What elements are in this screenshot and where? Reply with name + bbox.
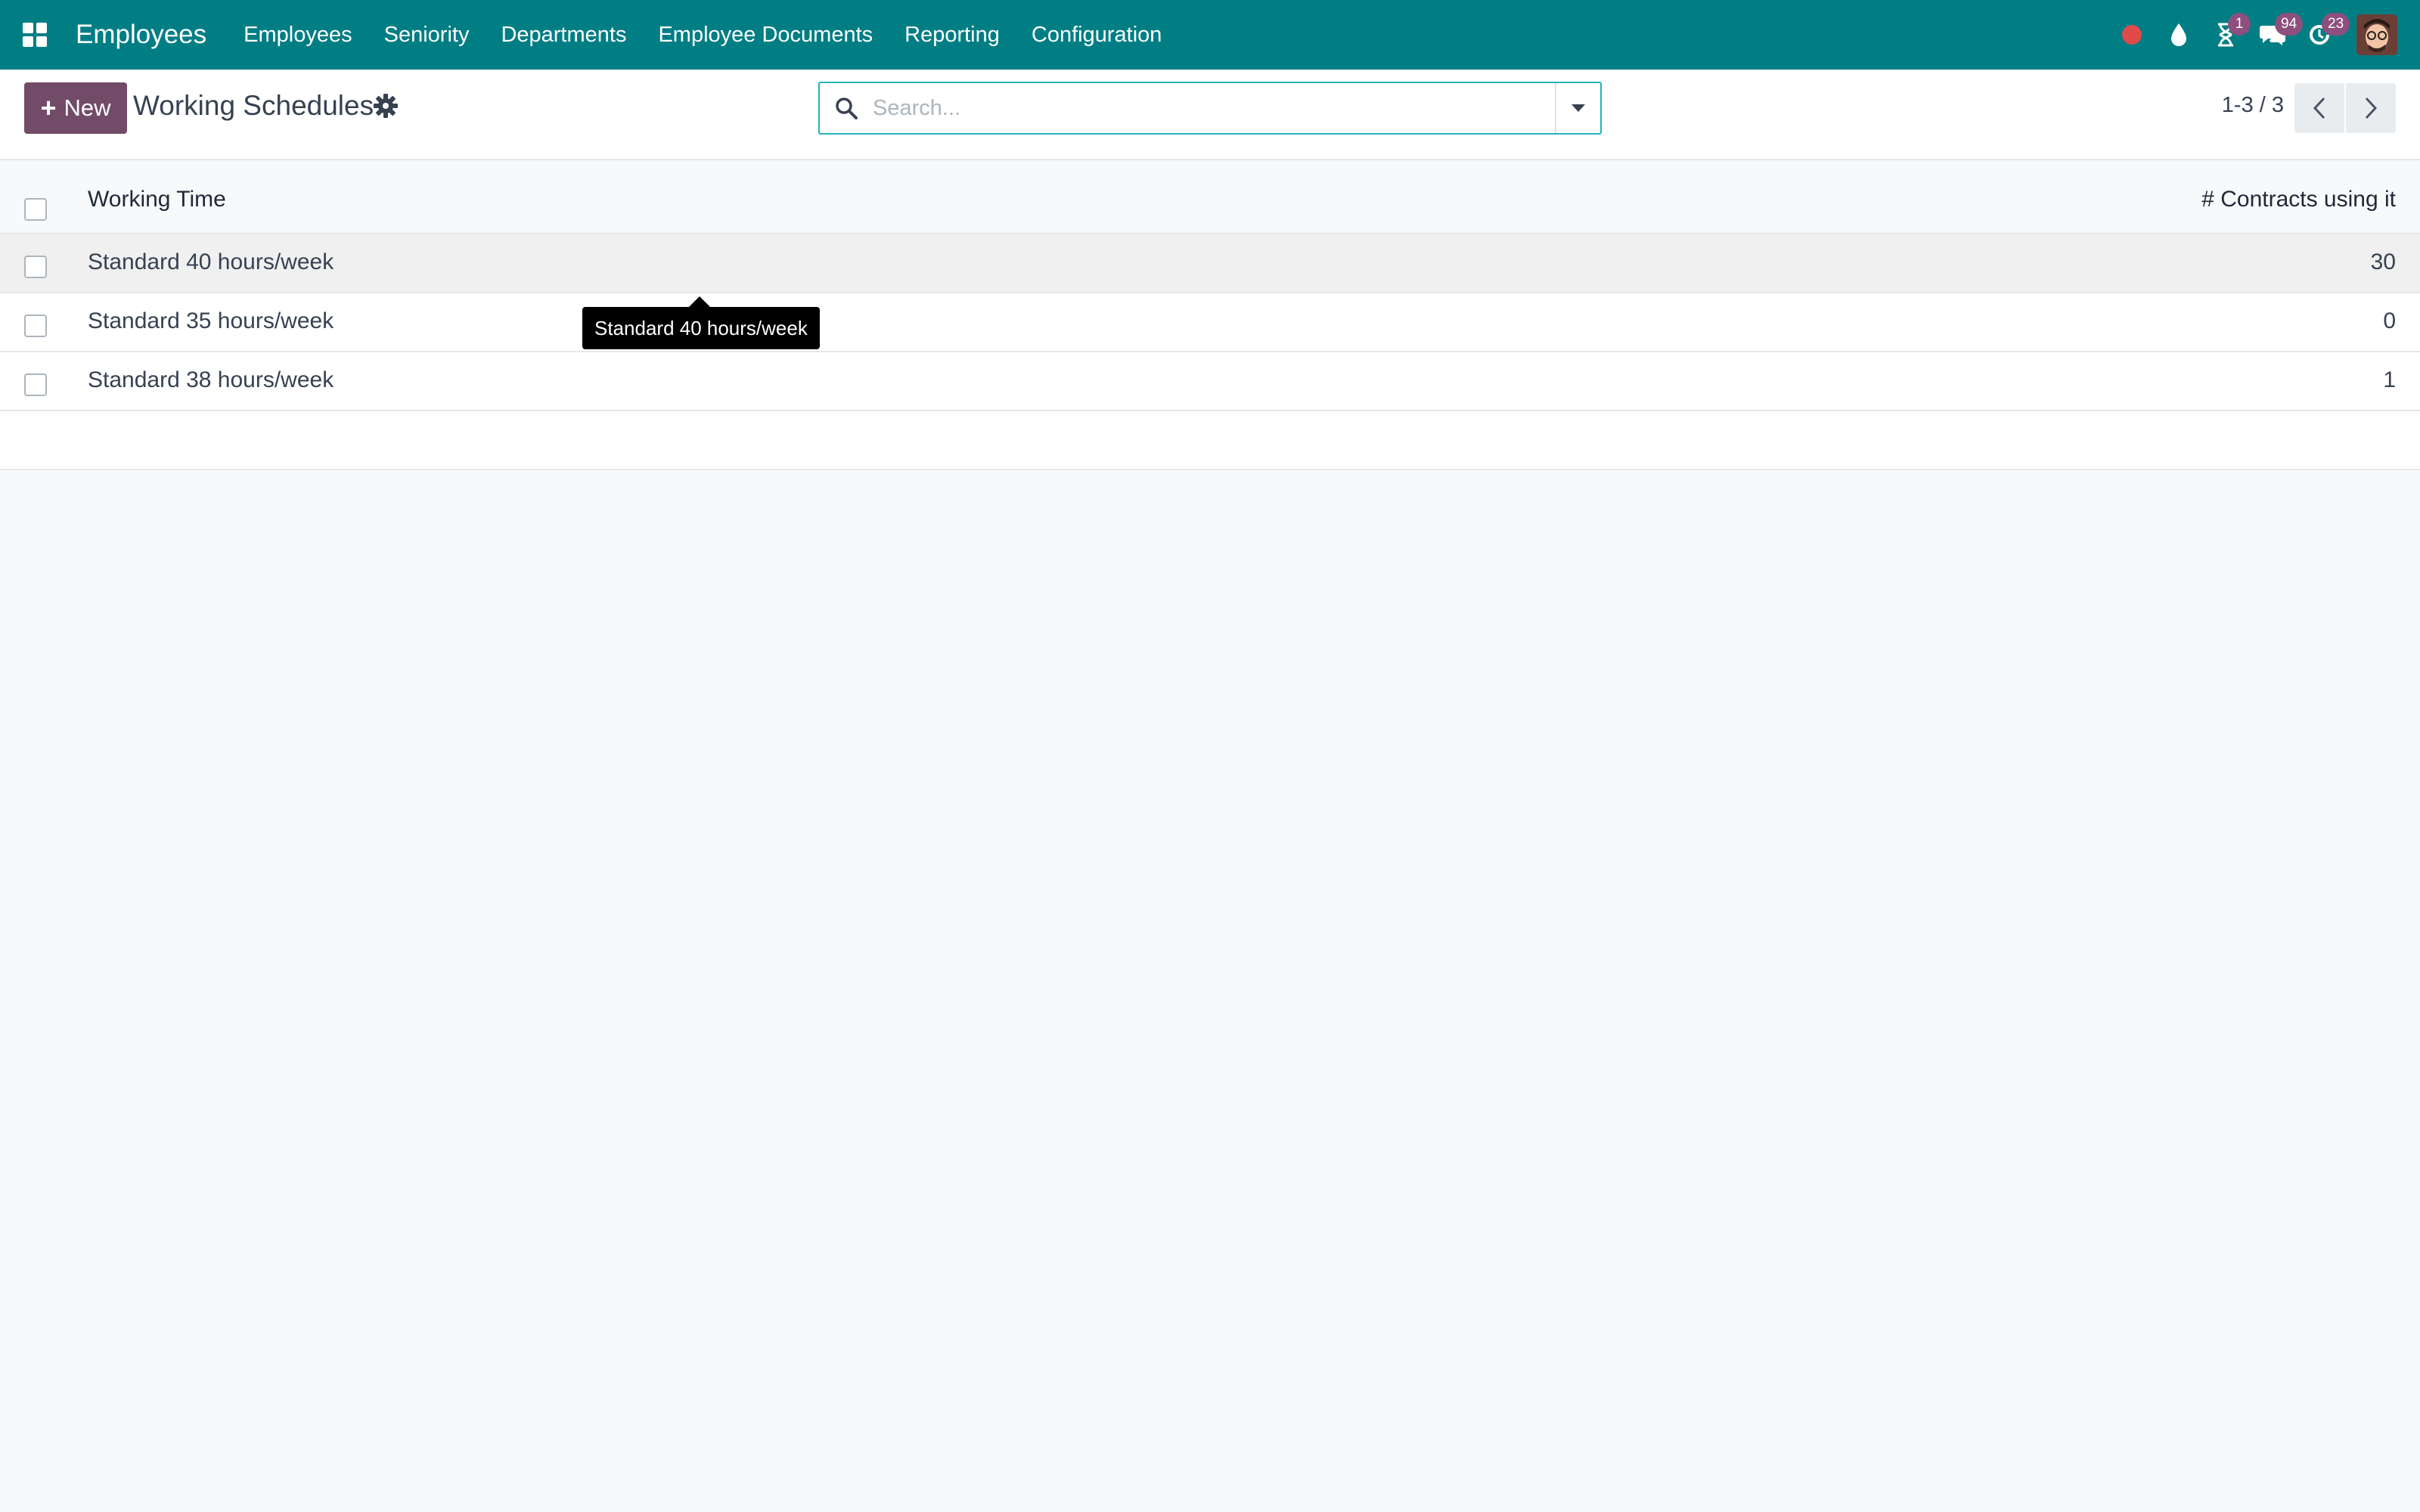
activity-count-badge: 1 (2228, 13, 2251, 36)
select-all-checkbox[interactable] (24, 198, 47, 221)
apps-menu-button[interactable] (0, 0, 70, 70)
drop-button[interactable] (2155, 0, 2202, 70)
search-input[interactable] (873, 83, 1555, 133)
tooltip-arrow (689, 296, 710, 307)
menu-employee-documents[interactable]: Employee Documents (642, 0, 889, 70)
contracts-count-cell: 30 (2370, 249, 2396, 274)
red-dot-icon (2122, 25, 2142, 45)
grid-icon (23, 23, 47, 47)
top-navbar: Employees Employees Seniority Department… (0, 0, 2420, 70)
pager-value[interactable]: 1-3 / 3 (2222, 93, 2284, 118)
page-title: Working Schedules (133, 90, 374, 121)
menu-employees[interactable]: Employees (228, 0, 368, 70)
new-button-label: New (64, 94, 111, 121)
new-button[interactable]: + New (24, 82, 127, 134)
contracts-count-cell: 1 (2383, 367, 2396, 392)
search-bar (818, 82, 1602, 135)
working-time-cell[interactable]: Standard 38 hours/week (88, 367, 334, 393)
table-row[interactable]: Standard 35 hours/week 0 (0, 293, 2420, 352)
tooltip: Standard 40 hours/week (582, 307, 820, 349)
column-header-working-time[interactable]: Working Time (88, 187, 226, 212)
gear-icon[interactable] (372, 92, 399, 119)
working-time-cell[interactable]: Standard 35 hours/week (88, 308, 334, 334)
empty-row (0, 411, 2420, 470)
row-checkbox[interactable] (24, 373, 47, 396)
row-checkbox[interactable] (24, 256, 47, 278)
caret-down-icon (1571, 104, 1585, 112)
activity-button[interactable]: 1 (2202, 0, 2251, 70)
pager-previous-button[interactable] (2294, 83, 2344, 133)
user-avatar[interactable] (2356, 14, 2397, 55)
refresh-button[interactable]: 23 (2296, 0, 2350, 70)
plus-icon: + (40, 92, 57, 123)
control-panel: + New Working Schedules Search... 1-3 / … (0, 70, 2420, 160)
contracts-count-cell: 0 (2383, 308, 2396, 333)
column-header-contracts[interactable]: # Contracts using it (2201, 187, 2396, 212)
menu-reporting[interactable]: Reporting (889, 0, 1016, 70)
search-options-toggle[interactable] (1555, 83, 1600, 133)
main-menu: Employees Seniority Departments Employee… (228, 0, 1177, 70)
table-row[interactable]: Standard 40 hours/week 30 (0, 234, 2420, 293)
row-checkbox[interactable] (24, 314, 47, 337)
chevron-right-icon (2365, 97, 2378, 119)
menu-seniority[interactable]: Seniority (368, 0, 486, 70)
messages-button[interactable]: 94 (2249, 0, 2304, 70)
table-row[interactable]: Standard 38 hours/week 1 (0, 352, 2420, 411)
working-time-cell[interactable]: Standard 40 hours/week (88, 249, 334, 275)
chevron-left-icon (2313, 97, 2325, 119)
avatar-face-icon (2356, 14, 2397, 55)
systray: 1 94 23 (2108, 0, 2420, 70)
pager-next-button[interactable] (2346, 83, 2396, 133)
table-header: Working Time # Contracts using it (0, 160, 2420, 234)
menu-configuration[interactable]: Configuration (1016, 0, 1178, 70)
list-view: Working Time # Contracts using it Standa… (0, 160, 2420, 470)
refresh-count-badge: 23 (2322, 13, 2350, 36)
search-icon (820, 83, 873, 133)
recording-indicator[interactable] (2108, 0, 2155, 70)
app-brand[interactable]: Employees (70, 20, 228, 50)
menu-departments[interactable]: Departments (485, 0, 642, 70)
water-drop-icon (2171, 23, 2186, 46)
